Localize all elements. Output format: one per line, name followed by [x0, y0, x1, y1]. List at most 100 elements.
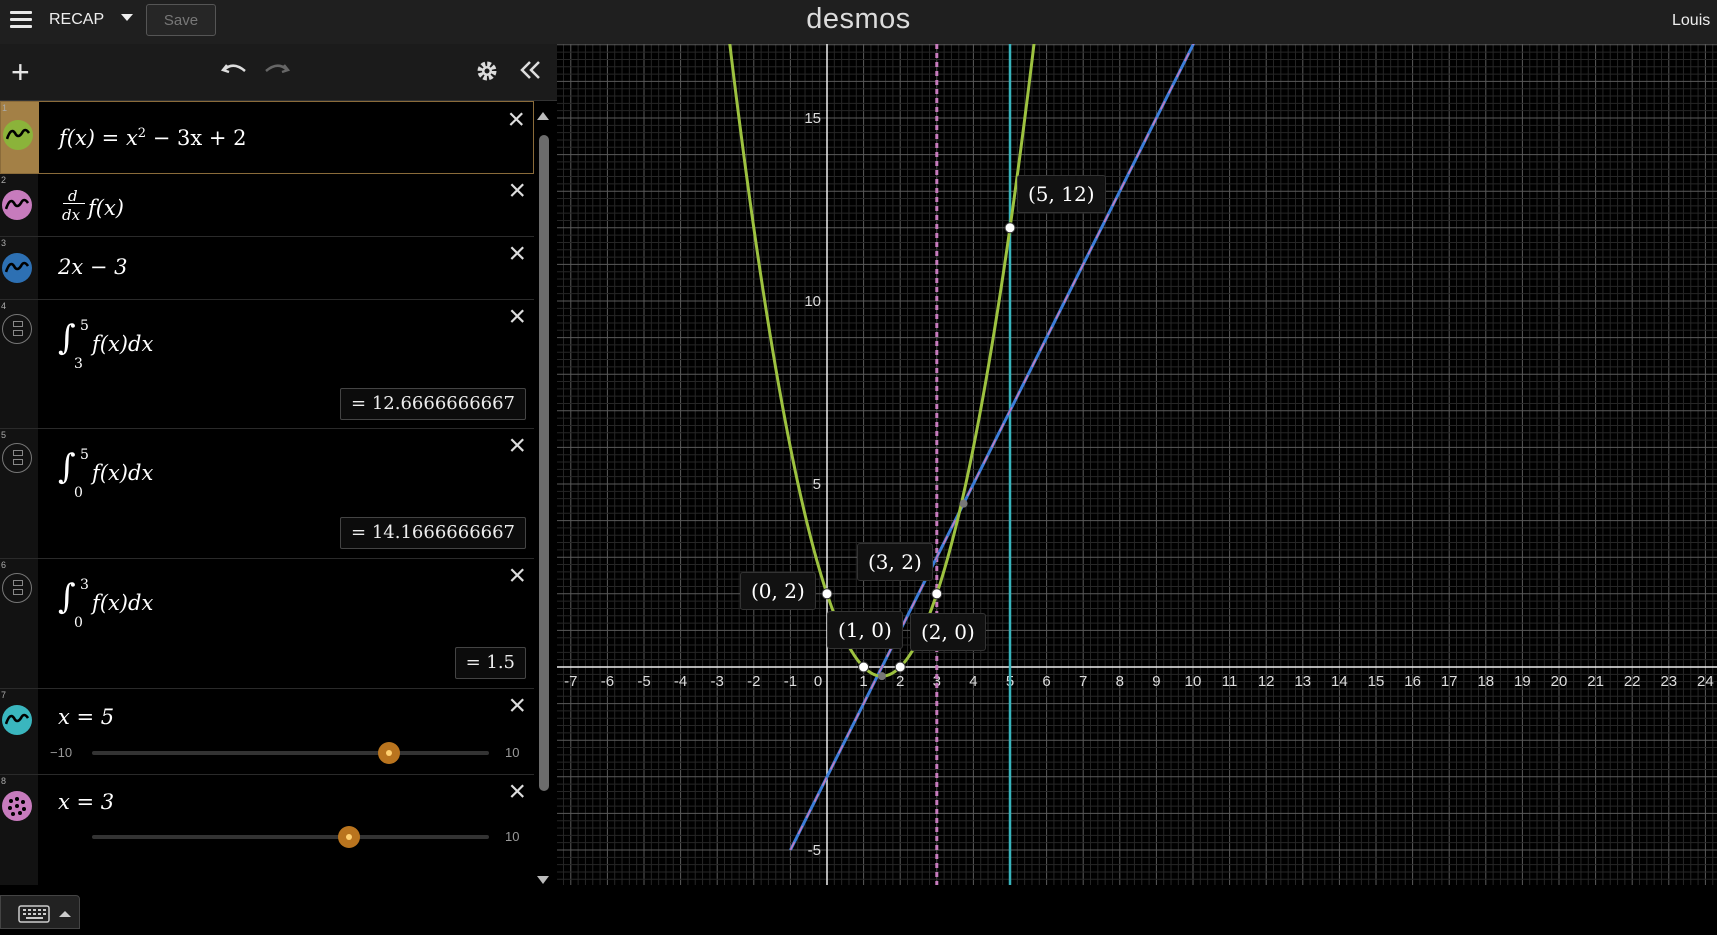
row-number: 4: [1, 301, 7, 311]
point-label: (1, 0): [827, 611, 903, 649]
x-tick-label: 11: [1222, 673, 1238, 690]
expression-math[interactable]: f(x) = x2 − 3x + 2: [59, 126, 247, 150]
y-tick-label: 15: [804, 110, 821, 127]
x-tick-label: -4: [674, 673, 687, 690]
x-tick-label: 19: [1514, 673, 1531, 690]
slider-handle[interactable]: [378, 742, 400, 764]
graph-plot[interactable]: -7-6-5-4-3-2-101234567891011121314151617…: [557, 44, 1717, 885]
desmos-logo: desmos: [806, 3, 911, 35]
point-label: (2, 0): [910, 613, 986, 651]
redo-icon[interactable]: [264, 59, 291, 85]
y-tick-label: -5: [808, 842, 821, 859]
x-tick-label: 15: [1368, 673, 1385, 690]
expression-row[interactable]: 8 x = 3 × 10: [0, 775, 534, 885]
slider-track[interactable]: [92, 835, 489, 839]
x-tick-label: 24: [1697, 673, 1714, 690]
expression-row[interactable]: 7 x = 5 × −10 10: [0, 689, 534, 775]
slider-handle[interactable]: [338, 826, 360, 848]
chevron-down-icon[interactable]: [121, 14, 133, 21]
expression-toolbar: +: [0, 44, 557, 101]
keyboard-toggle-button[interactable]: [0, 895, 80, 929]
graph-title[interactable]: RECAP: [49, 11, 104, 29]
y-tick-label: 10: [804, 293, 821, 310]
wave-icon[interactable]: [3, 120, 33, 150]
x-tick-label: 1: [859, 673, 867, 690]
scrollbar[interactable]: [539, 135, 549, 791]
x-tick-label: 7: [1079, 673, 1087, 690]
add-expression-icon[interactable]: +: [11, 56, 30, 88]
x-tick-label: 8: [1116, 673, 1124, 690]
integral-math[interactable]: ∫ 0 5 f(x)dx: [58, 447, 198, 507]
point-label: (3, 2): [857, 543, 933, 581]
slider-max: 10: [505, 829, 520, 844]
fraction-icon[interactable]: [2, 314, 32, 344]
x-tick-label: 17: [1441, 673, 1458, 690]
wave-icon[interactable]: [2, 705, 32, 735]
slider-max: 10: [505, 745, 520, 760]
fraction-icon[interactable]: [2, 573, 32, 603]
delete-expression-icon[interactable]: ×: [508, 302, 526, 332]
expression-math[interactable]: x = 5: [58, 705, 114, 729]
labeled-point: [1004, 222, 1016, 234]
undo-icon[interactable]: [220, 59, 247, 85]
expression-row[interactable]: 4 ∫ 3 5 f(x)dx × = 12.6666666667: [0, 300, 534, 429]
x-tick-label: 13: [1294, 673, 1311, 690]
expression-row[interactable]: 6 ∫ 0 3 f(x)dx × = 1.5: [0, 559, 534, 689]
save-button[interactable]: Save: [146, 4, 216, 36]
x-tick-label: 0: [814, 673, 822, 690]
graph-canvas[interactable]: -7-6-5-4-3-2-101234567891011121314151617…: [557, 44, 1717, 885]
row-number: 5: [1, 430, 7, 440]
expression-row[interactable]: 5 ∫ 0 5 f(x)dx × = 14.1666666667: [0, 429, 534, 559]
delete-expression-icon[interactable]: ×: [508, 691, 526, 721]
fraction-icon[interactable]: [2, 443, 32, 473]
x-tick-label: 12: [1258, 673, 1275, 690]
x-tick-label: 4: [969, 673, 977, 690]
delete-expression-icon[interactable]: ×: [507, 105, 525, 135]
dots-icon[interactable]: [2, 791, 32, 821]
x-tick-label: 16: [1404, 673, 1421, 690]
expression-row[interactable]: 1 f(x) = x2 − 3x + 2 ×: [0, 101, 534, 174]
expression-row[interactable]: 2 d dx f(x) ×: [0, 174, 534, 237]
labeled-point: [821, 588, 833, 600]
x-tick-label: 14: [1331, 673, 1348, 690]
user-menu[interactable]: Louis: [1672, 12, 1710, 30]
slider-min: −10: [50, 745, 73, 760]
delete-expression-icon[interactable]: ×: [508, 561, 526, 591]
scroll-up-icon[interactable]: [537, 112, 549, 120]
menu-icon[interactable]: [10, 11, 32, 29]
x-tick-label: 22: [1624, 673, 1641, 690]
expression-math[interactable]: x = 3: [58, 790, 114, 814]
x-tick-label: 6: [1042, 673, 1050, 690]
slider-track[interactable]: [92, 751, 489, 755]
expression-row[interactable]: 3 2x − 3 ×: [0, 237, 534, 300]
x-tick-label: -6: [601, 673, 614, 690]
row-number: 3: [1, 238, 7, 248]
row-number: 1: [2, 103, 8, 113]
wave-icon[interactable]: [2, 190, 32, 220]
x-tick-label: 9: [1152, 673, 1160, 690]
delete-expression-icon[interactable]: ×: [508, 176, 526, 206]
x-tick-label: 18: [1477, 673, 1494, 690]
row-number: 8: [1, 776, 7, 786]
expression-math[interactable]: 2x − 3: [58, 255, 128, 279]
wave-icon[interactable]: [2, 253, 32, 283]
delete-expression-icon[interactable]: ×: [508, 777, 526, 807]
x-tick-label: 10: [1185, 673, 1202, 690]
x-tick-label: 23: [1660, 673, 1677, 690]
labeled-point: [858, 661, 870, 673]
scroll-down-icon[interactable]: [537, 876, 549, 884]
integral-math[interactable]: ∫ 0 3 f(x)dx: [58, 577, 198, 637]
x-tick-label: -3: [711, 673, 724, 690]
x-tick-label: 2: [896, 673, 904, 690]
integral-math[interactable]: ∫ 3 5 f(x)dx: [58, 318, 198, 378]
labeled-point: [931, 588, 943, 600]
collapse-panel-icon[interactable]: [518, 58, 542, 86]
delete-expression-icon[interactable]: ×: [508, 239, 526, 269]
point-label: (5, 12): [1017, 175, 1106, 213]
row-number: 7: [1, 690, 7, 700]
row-number: 2: [1, 175, 7, 185]
delete-expression-icon[interactable]: ×: [508, 431, 526, 461]
result-value: = 1.5: [454, 647, 526, 679]
gear-icon[interactable]: [474, 58, 500, 88]
point-label: (0, 2): [740, 572, 816, 610]
